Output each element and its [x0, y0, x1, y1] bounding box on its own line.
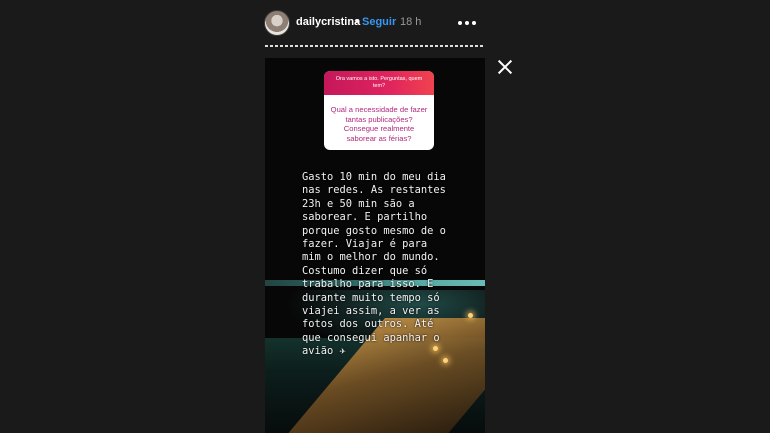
timestamp: 18 h [400, 16, 422, 28]
separator-dot: • [355, 16, 359, 28]
close-icon[interactable] [496, 58, 514, 76]
story-frame[interactable]: Ora vamos a isto. Perguntas, quem tem? Q… [265, 58, 485, 433]
username[interactable]: dailycristina [296, 16, 360, 28]
pier-lamp [443, 358, 448, 363]
story-progress-bar [265, 45, 485, 47]
question-text: Qual a necessidade de fazer tantas publi… [330, 105, 428, 143]
follow-button[interactable]: Seguir [362, 16, 396, 28]
question-prompt: Ora vamos a isto. Perguntas, quem tem? [324, 71, 434, 95]
avatar[interactable] [264, 10, 290, 36]
more-options-icon[interactable] [458, 14, 478, 30]
question-sticker[interactable]: Ora vamos a isto. Perguntas, quem tem? Q… [324, 71, 434, 150]
story-header: dailycristina • Seguir 18 h [264, 10, 486, 36]
story-response-text: Gasto 10 min do meu dia nas redes. As re… [302, 171, 446, 358]
